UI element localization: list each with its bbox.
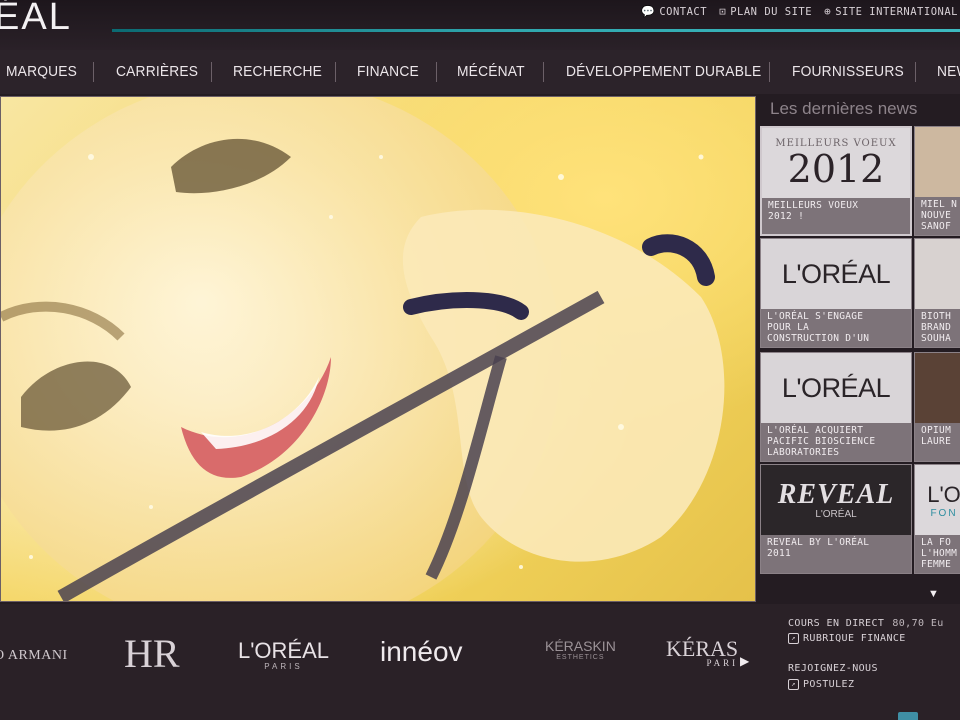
social-share-icon[interactable]: [898, 712, 918, 720]
fondation-label: FON: [930, 507, 958, 519]
nav-item-carrieres[interactable]: CARRIÈRES: [116, 63, 198, 80]
news-card-loreal-acquiert[interactable]: L'ORÉAL L'ORÉAL ACQUIERT PACIFIC BIOSCIE…: [760, 352, 912, 462]
brand-sub: ESTHETICS: [556, 654, 605, 661]
brand-name: KÉRASKIN: [545, 638, 616, 654]
nav-separator: [211, 62, 212, 82]
nav-item-recherche[interactable]: RECHERCHE: [233, 63, 322, 80]
news-thumbnail: L'ORÉAL: [761, 353, 911, 423]
apply-link-label: POSTULEZ: [803, 679, 855, 690]
news-thumbnail: [915, 127, 960, 197]
loreal-logo: L'O: [927, 481, 960, 507]
brand-logo-keraskin[interactable]: KÉRASKIN ESTHETICS: [545, 638, 616, 661]
news-scroll-down-icon[interactable]: ▼: [928, 588, 939, 600]
news-thumbnail: [915, 239, 960, 309]
news-caption: MEILLEURS VOEUX 2012 !: [768, 200, 859, 222]
footer-links: COURS EN DIRECT 80,70 Eu ↗ RUBRIQUE FINAN…: [760, 604, 960, 720]
stock-price: 80,70 Eu: [892, 618, 944, 629]
news-card-opium[interactable]: OPIUM LAURE: [914, 352, 960, 462]
top-bar: ÉAL 💬 CONTACT ⊡ PLAN DU SITE ⊕ SITE INTE…: [0, 0, 960, 50]
brand-logo-inneov[interactable]: innéov: [380, 636, 463, 668]
news-card-biotherm[interactable]: BIOTH BRAND SOUHA: [914, 238, 960, 348]
nav-separator: [436, 62, 437, 82]
news-caption: OPIUM LAURE: [921, 425, 952, 447]
nav-item-mecenat[interactable]: MÉCÉNAT: [457, 63, 525, 80]
hero-illustration: [1, 97, 725, 601]
utility-links: 💬 CONTACT ⊡ PLAN DU SITE ⊕ SITE INTERNAT…: [641, 5, 958, 18]
international-site-link-label: SITE INTERNATIONAL: [835, 5, 958, 18]
brand-carousel: O ARMANI HR L'ORÉAL PARIS innéov KÉRASKI…: [0, 604, 760, 720]
brand-logo-loreal-paris[interactable]: L'ORÉAL PARIS: [238, 638, 329, 671]
main-navigation: MARQUES CARRIÈRES RECHERCHE FINANCE MÉCÉ…: [0, 50, 960, 94]
news-thumbnail: L'O FON: [915, 465, 960, 535]
news-grid: MEILLEURS VOEUX 2012 MEILLEURS VOEUX 201…: [760, 126, 960, 578]
news-thumbnail: REVEAL L'ORÉAL: [761, 465, 911, 535]
nav-item-marques[interactable]: MARQUES: [6, 63, 77, 80]
globe-icon: ⊕: [824, 5, 832, 18]
apply-link[interactable]: ↗ POSTULEZ: [788, 679, 854, 690]
nav-item-finance[interactable]: FINANCE: [357, 63, 419, 80]
news-section-title: Les dernières news: [770, 99, 918, 118]
brand-name: L'ORÉAL: [238, 638, 330, 663]
link-arrow-icon: ↗: [788, 633, 799, 644]
finance-link-label: RUBRIQUE FINANCE: [803, 633, 906, 644]
contact-link[interactable]: 💬 CONTACT: [641, 5, 707, 18]
brand-logo-armani[interactable]: O ARMANI: [0, 648, 68, 664]
brand-logo-kerastase[interactable]: KÉRAS PARI: [666, 636, 738, 668]
international-site-link[interactable]: ⊕ SITE INTERNATIONAL: [824, 5, 958, 18]
news-thumbnail: [915, 353, 960, 423]
nav-separator: [915, 62, 916, 82]
nav-item-fournisseurs[interactable]: FOURNISSEURS: [792, 63, 904, 80]
news-thumbnail: L'ORÉAL: [761, 239, 911, 309]
loreal-logo: L'ORÉAL: [781, 258, 891, 289]
stock-label: COURS EN DIRECT: [788, 618, 885, 629]
news-card-miel[interactable]: MIEL N NOUVE SANOF: [914, 126, 960, 236]
nav-separator: [93, 62, 94, 82]
contact-link-label: CONTACT: [659, 5, 708, 18]
news-caption: BIOTH BRAND SOUHA: [921, 311, 952, 344]
news-caption: L'ORÉAL S'ENGAGE POUR LA CONSTRUCTION D'…: [767, 311, 870, 344]
sitemap-link[interactable]: ⊡ PLAN DU SITE: [719, 5, 812, 18]
news-caption: MIEL N NOUVE SANOF: [921, 199, 958, 232]
nav-item-developpement-durable[interactable]: DÉVELOPPEMENT DURABLE: [566, 63, 761, 80]
link-arrow-icon: ↗: [788, 679, 799, 690]
site-logo[interactable]: ÉAL: [0, 0, 72, 39]
join-label: REJOIGNEZ-NOUS: [788, 663, 878, 674]
speech-bubble-icon: 💬: [641, 5, 656, 18]
sitemap-icon: ⊡: [719, 5, 727, 18]
header-accent-line: [112, 29, 960, 32]
reveal-logo: REVEAL: [777, 478, 895, 510]
news-card-fondation[interactable]: L'O FON LA FO L'HOMM FEMME: [914, 464, 960, 574]
brand-sub: PARIS: [264, 662, 303, 671]
hero-image[interactable]: [0, 96, 756, 602]
nav-separator: [335, 62, 336, 82]
news-card-meilleurs-voeux[interactable]: MEILLEURS VOEUX 2012 MEILLEURS VOEUX 201…: [760, 126, 912, 236]
nav-separator: [543, 62, 544, 82]
brand-logo-helena-rubinstein[interactable]: HR: [124, 630, 180, 677]
news-card-reveal[interactable]: REVEAL L'ORÉAL REVEAL BY L'ORÉAL 2011: [760, 464, 912, 574]
sitemap-link-label: PLAN DU SITE: [730, 5, 813, 18]
news-caption: LA FO L'HOMM FEMME: [921, 537, 958, 570]
news-caption: REVEAL BY L'ORÉAL 2011: [767, 537, 870, 559]
nav-separator: [769, 62, 770, 82]
thumb-year: 2012: [787, 146, 885, 191]
reveal-sublogo: L'ORÉAL: [815, 508, 857, 520]
loreal-logo: L'ORÉAL: [781, 372, 891, 403]
news-thumbnail: MEILLEURS VOEUX 2012: [762, 128, 910, 198]
nav-item-news[interactable]: NEW: [937, 63, 960, 80]
carousel-next-icon[interactable]: ▶: [740, 654, 749, 668]
news-card-loreal-engage[interactable]: L'ORÉAL L'ORÉAL S'ENGAGE POUR LA CONSTRU…: [760, 238, 912, 348]
finance-link[interactable]: ↗ RUBRIQUE FINANCE: [788, 633, 906, 644]
stock-row: COURS EN DIRECT 80,70 Eu: [788, 618, 944, 629]
news-caption: L'ORÉAL ACQUIERT PACIFIC BIOSCIENCE LABO…: [767, 425, 876, 458]
